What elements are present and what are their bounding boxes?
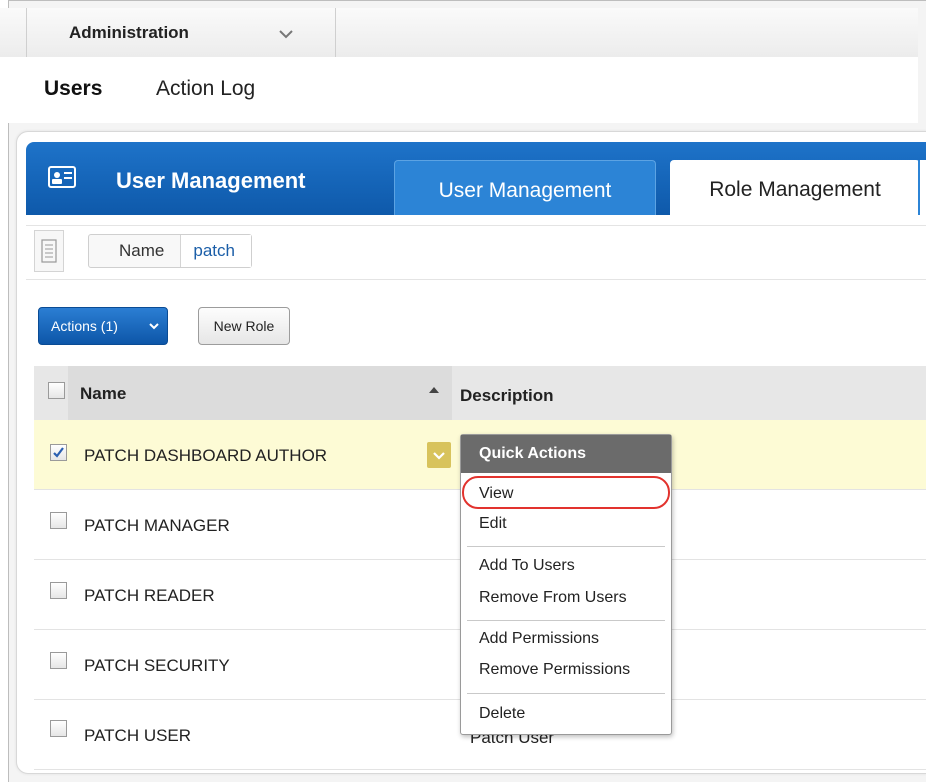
sub-navigation: Users Action Log xyxy=(0,57,918,123)
chevron-down-icon xyxy=(279,30,293,39)
tab-role-management[interactable]: Role Management xyxy=(670,160,920,215)
quick-actions-title: Quick Actions xyxy=(479,445,586,462)
menu-divider xyxy=(467,546,665,547)
tab-label: Role Management xyxy=(709,178,881,201)
role-name: PATCH SECURITY xyxy=(84,656,230,675)
actions-button[interactable]: Actions (1) xyxy=(38,307,168,345)
new-role-label: New Role xyxy=(213,318,275,334)
row-checkbox-checked[interactable] xyxy=(50,444,67,461)
tab-overflow-edge xyxy=(918,160,926,215)
row-checkbox[interactable] xyxy=(50,582,67,599)
select-all-checkbox[interactable] xyxy=(48,382,65,399)
row-checkbox[interactable] xyxy=(50,652,67,669)
role-name: PATCH MANAGER xyxy=(84,516,230,535)
panel-title: User Management xyxy=(116,168,306,193)
list-icon[interactable] xyxy=(34,230,64,272)
role-name: PATCH DASHBOARD AUTHOR xyxy=(84,446,328,465)
menu-item-remove-permissions[interactable]: Remove Permissions xyxy=(479,661,630,679)
module-title: Administration xyxy=(69,23,189,42)
menu-divider xyxy=(467,693,665,694)
panel-header: User Management User Management Role Man… xyxy=(26,142,926,215)
filter-chip[interactable]: Name patch xyxy=(88,234,252,268)
menu-item-add-to-users[interactable]: Add To Users xyxy=(479,557,575,575)
row-checkbox[interactable] xyxy=(50,720,67,737)
filter-bar: Name patch xyxy=(26,225,926,280)
role-name: PATCH READER xyxy=(84,586,215,605)
nav-users[interactable]: Users xyxy=(44,77,102,101)
filter-value: patch xyxy=(181,235,251,267)
id-card-icon xyxy=(48,166,76,188)
quick-actions-header: Quick Actions xyxy=(461,435,671,473)
chevron-down-icon xyxy=(433,452,445,460)
sort-ascending-icon[interactable] xyxy=(428,386,440,394)
module-selector[interactable]: Administration xyxy=(26,8,336,57)
column-header-description[interactable]: Description xyxy=(460,386,554,406)
tab-label: User Management xyxy=(438,179,612,202)
menu-item-edit[interactable]: Edit xyxy=(479,515,507,533)
menu-item-remove-from-users[interactable]: Remove From Users xyxy=(479,589,627,607)
menu-item-delete[interactable]: Delete xyxy=(479,705,525,723)
tab-user-management[interactable]: User Management xyxy=(394,160,656,215)
highlight-ring xyxy=(462,476,670,509)
row-checkbox[interactable] xyxy=(50,512,67,529)
nav-action-log[interactable]: Action Log xyxy=(156,77,255,101)
role-name: PATCH USER xyxy=(84,726,192,745)
table-header: Name Description xyxy=(34,366,926,420)
top-bar: Administration xyxy=(0,8,918,58)
menu-divider xyxy=(467,620,665,621)
filter-key: Name xyxy=(89,235,182,267)
menu-item-add-permissions[interactable]: Add Permissions xyxy=(479,630,599,648)
column-header-name[interactable]: Name xyxy=(80,384,126,404)
new-role-button[interactable]: New Role xyxy=(198,307,290,345)
chevron-down-icon xyxy=(149,323,159,330)
actions-label: Actions (1) xyxy=(51,318,118,334)
row-menu-toggle[interactable] xyxy=(427,442,451,468)
